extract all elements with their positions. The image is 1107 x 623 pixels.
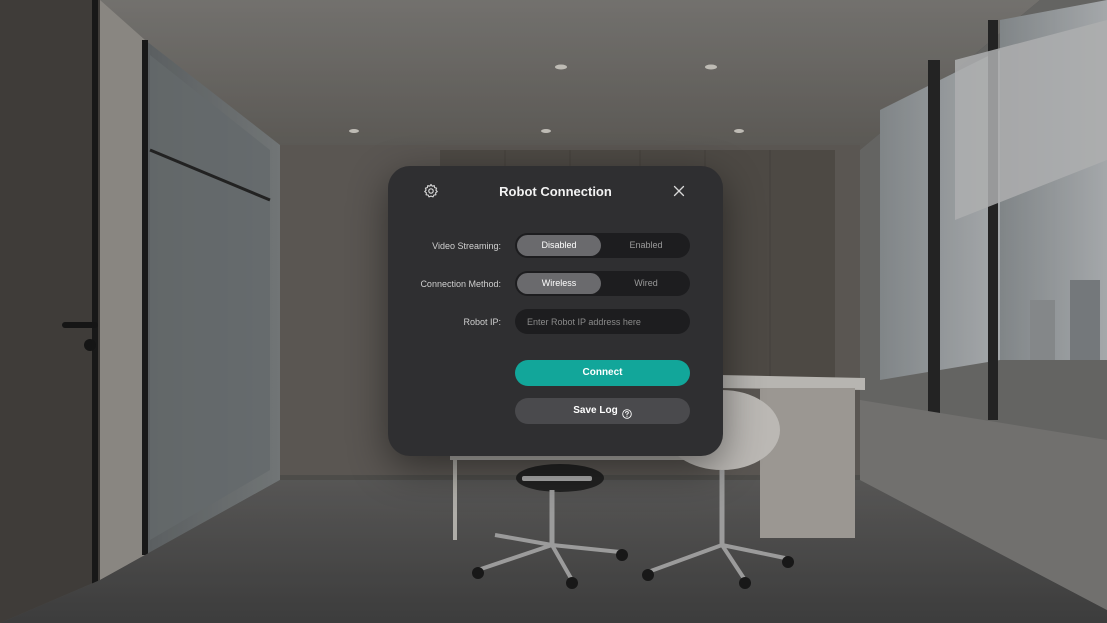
connect-button[interactable]: Connect	[515, 360, 690, 386]
connection-wireless-option[interactable]: Wireless	[517, 273, 601, 294]
close-icon[interactable]	[671, 183, 687, 199]
connection-wired-option[interactable]: Wired	[604, 273, 688, 294]
robot-ip-input[interactable]	[515, 309, 690, 334]
connection-method-toggle: Wireless Wired	[515, 271, 690, 296]
connection-method-label: Connection Method:	[420, 279, 501, 289]
save-log-button[interactable]: Save Log	[515, 398, 690, 424]
save-log-label: Save Log	[573, 405, 618, 416]
robot-ip-label: Robot IP:	[463, 317, 501, 327]
video-streaming-enabled-option[interactable]: Enabled	[604, 235, 688, 256]
robot-connection-dialog: Robot Connection Video Streaming: Disabl…	[388, 166, 723, 456]
video-streaming-label: Video Streaming:	[432, 241, 501, 251]
video-streaming-disabled-option[interactable]: Disabled	[517, 235, 601, 256]
video-streaming-toggle: Disabled Enabled	[515, 233, 690, 258]
help-circle-icon	[621, 404, 632, 420]
